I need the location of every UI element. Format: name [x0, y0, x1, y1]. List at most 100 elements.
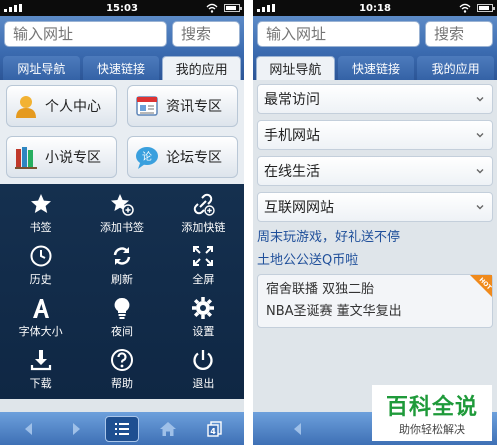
- arrow-left-icon: [293, 422, 301, 435]
- nav-section-list: 最常访问 手机网站 在线生活 互联网网站: [253, 80, 497, 222]
- home-icon: [160, 421, 177, 436]
- forum-icon: 论: [136, 147, 158, 169]
- menu-label: 退出: [192, 376, 215, 390]
- menu-label: 历史: [29, 273, 52, 287]
- svg-text:论: 论: [142, 150, 152, 163]
- news-icon: [136, 96, 158, 116]
- tab-my-apps[interactable]: 我的应用: [162, 56, 242, 80]
- my-apps-grid: 个人中心 资讯专区 小说专区 论 论坛专区: [0, 80, 244, 184]
- tab-quick-links[interactable]: 快速链接: [337, 56, 415, 80]
- section-online-life[interactable]: 在线生活: [257, 156, 493, 186]
- back-button[interactable]: [281, 416, 315, 442]
- menu-refresh[interactable]: 刷新: [81, 240, 162, 292]
- section-label: 最常访问: [264, 92, 320, 108]
- back-button[interactable]: [12, 416, 46, 442]
- menu-fullscreen[interactable]: 全屏: [163, 240, 244, 292]
- promo-link-qcoins[interactable]: 土地公公送Q币啦: [253, 245, 497, 268]
- section-label: 在线生活: [264, 164, 320, 180]
- menu-label: 刷新: [110, 273, 133, 287]
- star-add-icon: [110, 194, 134, 217]
- section-label: 互联网网站: [264, 200, 334, 216]
- menu-add-quicklink[interactable]: 添加快链: [163, 188, 244, 240]
- search-input[interactable]: [425, 21, 493, 47]
- home-button[interactable]: [151, 416, 185, 442]
- app-personal-center[interactable]: 个人中心: [6, 85, 117, 127]
- refresh-icon: [113, 247, 131, 266]
- chevron-down-icon: [476, 97, 484, 102]
- tab-site-nav[interactable]: 网址导航: [3, 56, 80, 80]
- menu-label: 添加书签: [99, 221, 144, 235]
- left-phone-screen: 15:03 网址导航 快速链接 我的应用 个人中心 资讯专区 小说专区 论 论坛…: [0, 0, 244, 445]
- section-label: 手机网站: [264, 128, 320, 144]
- user-icon: [16, 96, 36, 118]
- hot-badge: HOT: [470, 275, 492, 297]
- menu-exit[interactable]: 退出: [163, 343, 244, 395]
- books-icon: [15, 147, 37, 169]
- search-input[interactable]: [172, 21, 240, 47]
- power-icon: [193, 349, 213, 370]
- link-add-icon: [194, 194, 216, 217]
- menu-night-mode[interactable]: 夜间: [81, 292, 162, 344]
- menu-label: 下载: [29, 376, 52, 390]
- url-input[interactable]: [4, 21, 167, 47]
- svg-text:4: 4: [210, 427, 216, 436]
- tab-my-apps[interactable]: 我的应用: [417, 56, 495, 80]
- star-icon: [30, 194, 51, 214]
- battery-icon: [477, 4, 495, 12]
- news-link[interactable]: 宿舍联播 双独二胎: [266, 279, 484, 301]
- wifi-icon: [459, 3, 471, 13]
- section-mobile-sites[interactable]: 手机网站: [257, 120, 493, 150]
- app-label: 小说专区: [45, 150, 101, 166]
- help-icon: [110, 348, 133, 371]
- watermark-logo: 百科全说 助你轻松解决: [372, 385, 492, 441]
- signal-icon: [4, 4, 22, 12]
- chevron-down-icon: [476, 205, 484, 210]
- menu-settings[interactable]: 设置: [163, 292, 244, 344]
- section-most-visited[interactable]: 最常访问: [257, 84, 493, 114]
- app-news[interactable]: 资讯专区: [127, 85, 238, 127]
- menu-font-size[interactable]: 字体大小: [0, 292, 81, 344]
- menu-list-icon: [114, 422, 129, 435]
- watermark-title: 百科全说: [385, 395, 478, 420]
- search-bar: [0, 16, 244, 52]
- bulb-icon: [114, 297, 130, 319]
- section-internet-sites[interactable]: 互联网网站: [257, 192, 493, 222]
- signal-icon: [257, 4, 275, 12]
- menu-download[interactable]: 下载: [0, 343, 81, 395]
- menu-help[interactable]: 帮助: [81, 343, 162, 395]
- download-icon: [30, 349, 51, 370]
- arrow-right-icon: [72, 422, 80, 435]
- fullscreen-icon: [193, 246, 214, 267]
- right-phone-screen: 10:18 网址导航 快速链接 我的应用 最常访问 手机网站 在线生活 互联网网…: [253, 0, 497, 445]
- menu-add-bookmark[interactable]: 添加书签: [81, 188, 162, 240]
- app-forum[interactable]: 论 论坛专区: [127, 136, 238, 178]
- menu-label: 全屏: [192, 273, 215, 287]
- forward-button[interactable]: [59, 416, 93, 442]
- menu-bookmarks[interactable]: 书签: [0, 188, 81, 240]
- windows-button[interactable]: 4: [198, 416, 232, 442]
- bottom-toolbar: 4: [0, 412, 244, 445]
- font-size-icon: [32, 298, 49, 318]
- tab-bar: 网址导航 快速链接 我的应用: [253, 52, 497, 80]
- hot-news-box: 宿舍联播 双独二胎 NBA圣诞赛 董文华复出 HOT: [257, 274, 493, 328]
- gear-icon: [192, 296, 215, 319]
- url-input[interactable]: [257, 21, 420, 47]
- status-time: 10:18: [359, 2, 391, 14]
- app-label: 资讯专区: [166, 99, 222, 115]
- chevron-down-icon: [476, 133, 484, 138]
- app-label: 个人中心: [45, 99, 101, 115]
- menu-button[interactable]: [104, 415, 139, 442]
- news-link[interactable]: NBA圣诞赛 董文华复出: [266, 301, 484, 323]
- promo-link-games[interactable]: 周末玩游戏，好礼送不停: [253, 222, 497, 245]
- tab-quick-links[interactable]: 快速链接: [82, 56, 160, 80]
- search-bar: [253, 16, 497, 52]
- wifi-icon: [206, 3, 218, 13]
- clock-icon: [30, 245, 52, 267]
- watermark-subtitle: 助你轻松解决: [399, 423, 465, 436]
- menu-label: 夜间: [110, 324, 133, 338]
- menu-history[interactable]: 历史: [0, 240, 81, 292]
- tab-site-nav[interactable]: 网址导航: [256, 56, 335, 80]
- app-novels[interactable]: 小说专区: [6, 136, 117, 178]
- status-time: 15:03: [106, 2, 138, 14]
- windows-icon: 4: [207, 420, 222, 437]
